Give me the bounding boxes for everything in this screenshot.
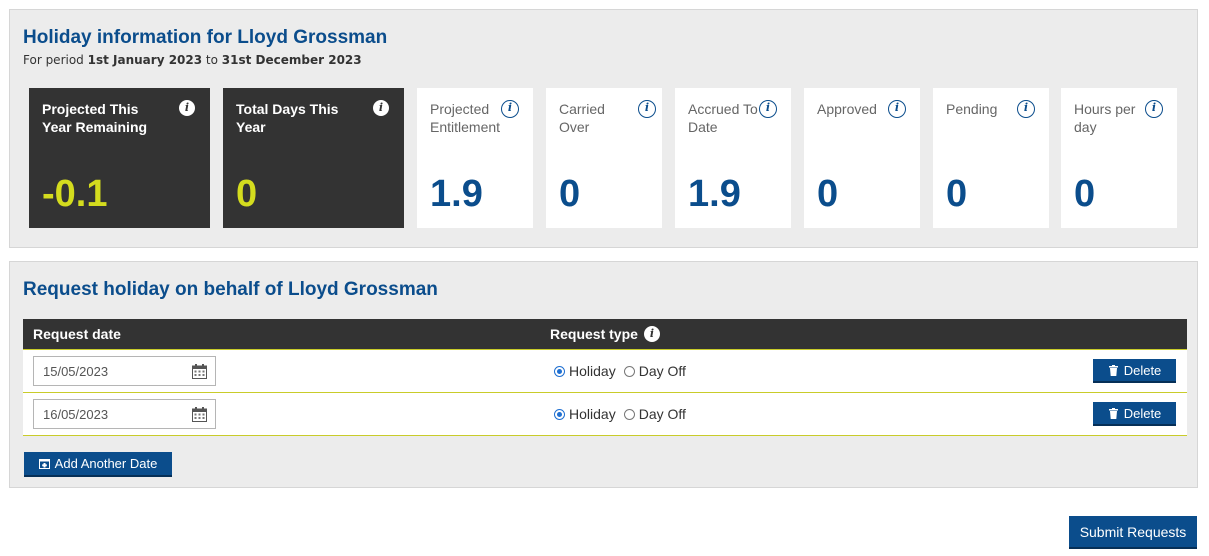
card-label: Hours per day <box>1074 101 1136 135</box>
request-date-field[interactable] <box>33 356 216 386</box>
radio-day-off-label[interactable]: Day Off <box>639 363 686 379</box>
card-label: Projected Entitlement <box>430 101 501 135</box>
period-start: 1st January 2023 <box>87 53 203 67</box>
card-label: Accrued To Date <box>688 101 758 135</box>
request-date-field[interactable] <box>33 399 216 429</box>
info-icon[interactable]: i <box>888 100 906 118</box>
add-another-date-label: Add Another Date <box>54 456 158 471</box>
card-label: Projected This Year Remaining <box>42 101 148 135</box>
holiday-info-title: Holiday information for Lloyd Grossman <box>23 27 388 48</box>
card-hours-per-day: Hours per day i 0 <box>1061 88 1177 228</box>
info-icon[interactable]: i <box>1145 100 1163 118</box>
request-date-input[interactable] <box>34 357 193 385</box>
card-value: 0 <box>236 173 258 215</box>
card-pending: Pending i 0 <box>933 88 1049 228</box>
column-request-type: Request type i <box>550 326 660 342</box>
card-value: 0 <box>1074 173 1096 215</box>
period-prefix: For period <box>23 53 84 67</box>
column-request-type-label: Request type <box>550 326 638 342</box>
info-icon[interactable]: i <box>1017 100 1035 118</box>
calendar-icon[interactable] <box>192 407 207 422</box>
info-icon[interactable]: i <box>759 100 777 118</box>
delete-label: Delete <box>1123 405 1162 421</box>
card-label: Approved <box>817 101 877 117</box>
delete-label: Delete <box>1123 362 1162 378</box>
table-row: Holiday Day Off Delete <box>23 349 1187 392</box>
period-to: to <box>205 53 218 67</box>
card-value: 0 <box>559 173 581 215</box>
table-header: Request date Request type i <box>23 319 1187 349</box>
card-accrued-to-date: Accrued To Date i 1.9 <box>675 88 791 228</box>
card-value: 0 <box>817 173 839 215</box>
trash-icon <box>1108 364 1118 376</box>
card-value: 1.9 <box>688 173 741 215</box>
radio-day-off[interactable] <box>623 365 635 377</box>
radio-holiday-label[interactable]: Holiday <box>569 406 616 422</box>
delete-button[interactable]: Delete <box>1093 402 1176 426</box>
request-table: Request date Request type i Holiday <box>23 319 1187 436</box>
request-date-input[interactable] <box>34 400 193 428</box>
period-end: 31st December 2023 <box>221 53 362 67</box>
radio-day-off[interactable] <box>623 408 635 420</box>
card-approved: Approved i 0 <box>804 88 920 228</box>
card-total-days: Total Days This Year i 0 <box>223 88 404 228</box>
card-projected-entitlement: Projected Entitlement i 1.9 <box>417 88 533 228</box>
holiday-info-panel: Holiday information for Lloyd Grossman F… <box>9 9 1198 248</box>
request-holiday-panel: Request holiday on behalf of Lloyd Gross… <box>9 261 1198 488</box>
card-label: Pending <box>946 101 998 117</box>
card-label: Carried Over <box>559 101 605 135</box>
add-another-date-button[interactable]: Add Another Date <box>24 452 172 477</box>
info-icon[interactable]: i <box>643 326 660 342</box>
table-row: Holiday Day Off Delete <box>23 392 1187 436</box>
info-icon[interactable]: i <box>501 100 519 118</box>
card-value: -0.1 <box>42 173 108 215</box>
delete-button[interactable]: Delete <box>1093 359 1176 383</box>
radio-holiday-label[interactable]: Holiday <box>569 363 616 379</box>
info-icon[interactable]: i <box>638 100 656 118</box>
period-text: For period 1st January 2023 to 31st Dece… <box>23 53 362 67</box>
column-request-date: Request date <box>33 326 121 342</box>
info-icon[interactable]: i <box>373 100 389 116</box>
card-value: 0 <box>946 173 968 215</box>
radio-holiday[interactable] <box>554 408 565 420</box>
trash-icon <box>1108 407 1118 419</box>
calendar-icon[interactable] <box>192 364 207 379</box>
request-holiday-title: Request holiday on behalf of Lloyd Gross… <box>23 279 438 300</box>
submit-requests-button[interactable]: Submit Requests <box>1069 516 1197 549</box>
request-type-options: Holiday Day Off <box>554 363 694 379</box>
card-label: Total Days This Year <box>236 101 339 135</box>
calendar-plus-icon <box>38 459 50 469</box>
radio-holiday[interactable] <box>554 365 565 377</box>
info-icon[interactable]: i <box>179 100 195 116</box>
radio-day-off-label[interactable]: Day Off <box>639 406 686 422</box>
card-projected-remaining: Projected This Year Remaining i -0.1 <box>29 88 210 228</box>
request-type-options: Holiday Day Off <box>554 406 694 422</box>
card-value: 1.9 <box>430 173 483 215</box>
card-carried-over: Carried Over i 0 <box>546 88 662 228</box>
